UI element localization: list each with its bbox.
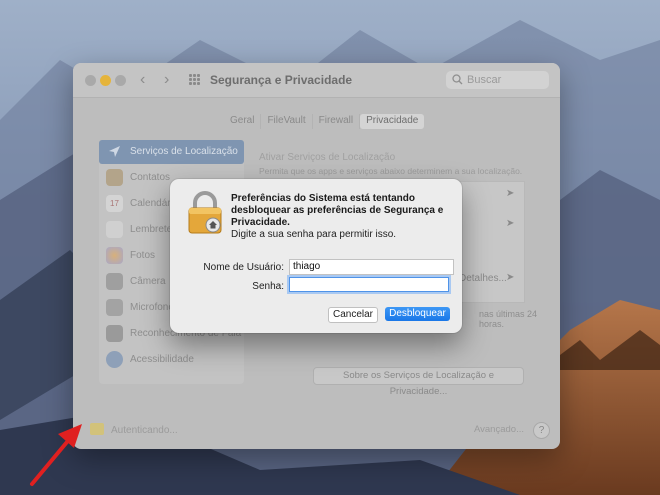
help-button[interactable]: ?	[533, 422, 550, 439]
sidebar-item-label: Serviços de Localização	[130, 146, 238, 157]
password-label: Senha:	[252, 281, 284, 292]
username-label: Nome de Usuário:	[203, 262, 284, 273]
contacts-icon	[106, 169, 123, 186]
location-description: Permita que os apps e serviços abaixo de…	[259, 166, 523, 176]
forward-chevron-icon[interactable]: ›	[164, 71, 169, 89]
sidebar-item-label: Câmera	[130, 276, 166, 287]
sidebar-item-label: Microfone	[130, 302, 174, 313]
back-chevron-icon[interactable]: ‹	[140, 71, 145, 89]
tab-privacidade[interactable]: Privacidade	[360, 114, 425, 129]
sidebar-item-label: Fotos	[130, 250, 156, 261]
calendar-icon: 17	[106, 195, 123, 212]
sidebar-item-location-services[interactable]: Serviços de Localização	[99, 140, 244, 164]
speech-recognition-icon	[106, 325, 123, 342]
padlock-icon	[188, 191, 222, 234]
sidebar-item-label: Contatos	[130, 172, 171, 183]
lock-status-text: Autenticando...	[111, 425, 178, 436]
location-arrow-icon: ➤	[506, 218, 515, 229]
password-field[interactable]	[289, 277, 449, 292]
search-placeholder: Buscar	[467, 74, 502, 86]
sidebar-item-label: Acessibilidade	[130, 354, 194, 365]
photos-icon	[106, 247, 123, 264]
title-bar: ‹ › Segurança e Privacidade Buscar	[73, 63, 560, 98]
camera-icon	[106, 273, 123, 290]
annotation-arrow-icon	[30, 424, 82, 486]
accessibility-icon	[106, 351, 123, 368]
location-arrow-icon: ➤	[506, 272, 515, 283]
cancel-button[interactable]: Cancelar	[328, 307, 378, 323]
username-field[interactable]: thiago	[289, 259, 454, 275]
authentication-dialog: Preferências do Sistema está tentando de…	[170, 179, 462, 333]
sidebar-item-accessibility[interactable]: Acessibilidade	[99, 348, 244, 372]
reminders-icon	[106, 221, 123, 238]
location-arrow-icon	[106, 143, 123, 160]
search-icon	[452, 74, 463, 85]
tab-bar: Geral FileVault Firewall Privacidade	[224, 114, 425, 129]
minimize-window-button[interactable]	[100, 75, 111, 86]
location-services-checkbox[interactable]: Ativar Serviços de Localização	[259, 152, 395, 163]
show-all-grid-icon[interactable]	[189, 74, 201, 86]
about-location-privacy-button[interactable]: Sobre os Serviços de Localização e Priva…	[313, 367, 524, 397]
details-button[interactable]: Detalhes...	[459, 273, 507, 287]
lock-icon[interactable]	[90, 423, 104, 435]
microphone-icon	[106, 299, 123, 316]
search-field[interactable]: Buscar	[446, 71, 549, 89]
advanced-button[interactable]: Avançado...	[473, 422, 525, 437]
zoom-window-button[interactable]	[115, 75, 126, 86]
close-window-button[interactable]	[85, 75, 96, 86]
window-title: Segurança e Privacidade	[210, 73, 353, 87]
tab-geral[interactable]: Geral	[224, 114, 262, 129]
location-arrow-icon: ➤	[506, 188, 515, 199]
last-24h-text: nas últimas 24 horas.	[479, 309, 538, 329]
dialog-message: Digite a sua senha para permitir isso.	[231, 229, 397, 240]
tab-firewall[interactable]: Firewall	[313, 114, 361, 129]
tab-filevault[interactable]: FileVault	[261, 114, 313, 129]
dialog-title: Preferências do Sistema está tentando de…	[231, 193, 444, 228]
unlock-button[interactable]: Desbloquear	[385, 307, 450, 321]
